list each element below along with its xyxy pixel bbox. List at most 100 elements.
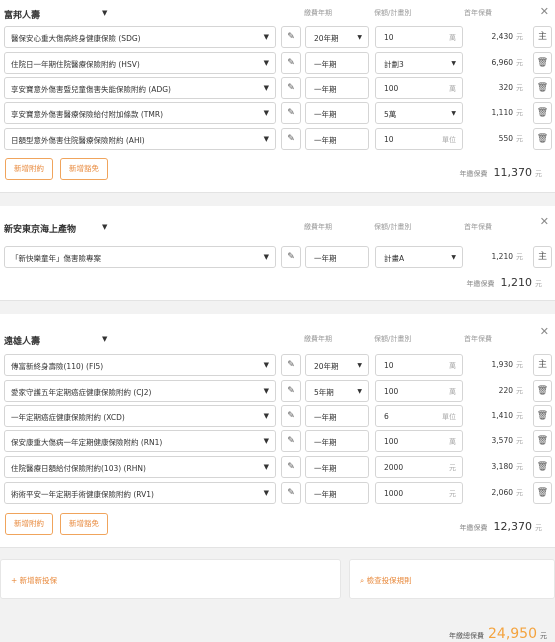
- amount-field[interactable]: 2000 元: [375, 456, 463, 478]
- edit-icon[interactable]: ✎: [281, 430, 301, 452]
- edit-icon[interactable]: ✎: [281, 102, 301, 124]
- product-select[interactable]: 保安康重大傷病一年定期健康保險附約 (RN1) ▼: [4, 430, 276, 452]
- edit-icon[interactable]: ✎: [281, 52, 301, 74]
- amount-field[interactable]: 100 萬: [375, 380, 463, 402]
- product-select[interactable]: 醫保安心重大傷病終身健康保險 (SDG) ▼: [4, 26, 276, 48]
- product-select[interactable]: 住院醫療日額給付保險附約(103) (RHN) ▼: [4, 456, 276, 478]
- premium-value: 2,430: [491, 32, 513, 41]
- product-select[interactable]: 「新快樂童年」傷害險專案 ▼: [4, 246, 276, 268]
- edit-icon[interactable]: ✎: [281, 354, 301, 376]
- currency-label: 元: [516, 463, 523, 471]
- trash-icon[interactable]: 🗑: [533, 77, 552, 99]
- currency-label: 元: [535, 170, 542, 178]
- company-select[interactable]: 新安東京海上產物: [4, 222, 76, 235]
- check-rules-button[interactable]: ⌕ 檢查投保規則: [349, 559, 555, 599]
- card-header: 遠雄人壽 ▼ 繳費年期 保額/計畫別 首年保費: [4, 334, 552, 348]
- header-term: 繳費年期: [304, 223, 332, 231]
- term-select[interactable]: 一年期: [305, 52, 369, 74]
- product-select[interactable]: 傳富新終身壽險(110) (FI5) ▼: [4, 354, 276, 376]
- amount-field[interactable]: 10 單位: [375, 128, 463, 150]
- chevron-down-icon[interactable]: ▼: [102, 9, 107, 17]
- trash-icon[interactable]: 🗑: [533, 482, 552, 504]
- amount-field[interactable]: 6 單位: [375, 405, 463, 427]
- edit-icon[interactable]: ✎: [281, 26, 301, 48]
- company-select[interactable]: 遠雄人壽: [4, 334, 40, 347]
- amount-field[interactable]: 100 萬: [375, 77, 463, 99]
- add-rider-button[interactable]: 新增附約: [5, 513, 53, 535]
- term-select[interactable]: 一年期: [305, 77, 369, 99]
- product-select[interactable]: 日額型意外傷害住院醫療保險附約 (AHI) ▼: [4, 128, 276, 150]
- term-select[interactable]: 20年期 ▼: [305, 354, 369, 376]
- amount-field[interactable]: 1000 元: [375, 482, 463, 504]
- term-select[interactable]: 一年期: [305, 405, 369, 427]
- amount-value: 100: [384, 84, 399, 93]
- term-select[interactable]: 一年期: [305, 482, 369, 504]
- premium: 2,430 元: [467, 32, 523, 42]
- premium: 3,570 元: [467, 436, 523, 446]
- amount-unit: 萬: [449, 85, 456, 93]
- product-row: 術術平安一年定期手術健康保險附約 (RV1) ▼ ✎ 一年期 1000 元 2,060 元 🗑: [4, 482, 552, 504]
- chevron-down-icon: ▼: [263, 412, 269, 420]
- premium-value: 1,410: [491, 411, 513, 420]
- add-waiver-button[interactable]: 新增豁免: [60, 158, 108, 180]
- amount-unit: 萬: [449, 34, 456, 42]
- product-row: 「新快樂童年」傷害險專案 ▼ ✎ 一年期 計畫A ▼ 1,210 元主: [4, 246, 552, 268]
- edit-icon[interactable]: ✎: [281, 456, 301, 478]
- premium-value: 1,930: [491, 360, 513, 369]
- add-rider-button[interactable]: 新增附約: [5, 158, 53, 180]
- trash-icon[interactable]: 🗑: [533, 380, 552, 402]
- amount-field[interactable]: 10 萬: [375, 354, 463, 376]
- term-select[interactable]: 一年期: [305, 102, 369, 124]
- chevron-down-icon: ▼: [263, 387, 269, 395]
- amount-unit: 元: [449, 464, 456, 472]
- amount-field[interactable]: 5萬 ▼: [375, 102, 463, 124]
- trash-icon[interactable]: 🗑: [533, 52, 552, 74]
- premium: 1,410 元: [467, 411, 523, 421]
- company-select[interactable]: 富邦人壽: [4, 8, 40, 21]
- trash-icon[interactable]: 🗑: [533, 456, 552, 478]
- premium: 550 元: [467, 134, 523, 144]
- amount-field[interactable]: 10 萬: [375, 26, 463, 48]
- product-name: 享安寶意外傷害醫療保險給付附加條款 (TMR): [11, 110, 163, 119]
- add-waiver-button[interactable]: 新增豁免: [60, 513, 108, 535]
- currency-label: 元: [516, 253, 523, 261]
- product-select[interactable]: 術術平安一年定期手術健康保險附約 (RV1) ▼: [4, 482, 276, 504]
- chevron-down-icon[interactable]: ▼: [102, 223, 107, 231]
- edit-icon[interactable]: ✎: [281, 380, 301, 402]
- term-value: 一年期: [314, 254, 337, 263]
- product-select[interactable]: 一年定期癌症健康保險附約 (XCD) ▼: [4, 405, 276, 427]
- term-select[interactable]: 5年期 ▼: [305, 380, 369, 402]
- term-select[interactable]: 一年期: [305, 246, 369, 268]
- edit-icon[interactable]: ✎: [281, 246, 301, 268]
- term-select[interactable]: 一年期: [305, 456, 369, 478]
- product-select[interactable]: 享安寶意外傷害醫療保險給付附加條款 (TMR) ▼: [4, 102, 276, 124]
- trash-icon[interactable]: 🗑: [533, 405, 552, 427]
- edit-icon[interactable]: ✎: [281, 482, 301, 504]
- trash-icon[interactable]: 🗑: [533, 128, 552, 150]
- add-new-policy-button[interactable]: + 新增新投保: [0, 559, 341, 599]
- amount-value: 6: [384, 412, 389, 421]
- term-value: 5年期: [314, 388, 334, 397]
- edit-icon[interactable]: ✎: [281, 128, 301, 150]
- amount-field[interactable]: 計畫A ▼: [375, 246, 463, 268]
- chevron-down-icon[interactable]: ▼: [102, 335, 107, 343]
- amount-value: 10: [384, 135, 394, 144]
- term-select[interactable]: 一年期: [305, 430, 369, 452]
- product-row: 享安寶意外傷害醫療保險給付附加條款 (TMR) ▼ ✎ 一年期 5萬 ▼ 1,110 元 🗑: [4, 102, 552, 124]
- premium: 320 元: [467, 83, 523, 93]
- product-select[interactable]: 愛家守護五年定期癌症健康保險附約 (CJ2) ▼: [4, 380, 276, 402]
- edit-icon[interactable]: ✎: [281, 405, 301, 427]
- amount-value: 10: [384, 361, 394, 370]
- amount-field[interactable]: 計劃3 ▼: [375, 52, 463, 74]
- caret-down-icon: ▼: [451, 110, 456, 117]
- product-select[interactable]: 住院日一年期住院醫療保險附約 (HSV) ▼: [4, 52, 276, 74]
- trash-icon[interactable]: 🗑: [533, 430, 552, 452]
- term-select[interactable]: 一年期: [305, 128, 369, 150]
- trash-icon[interactable]: 🗑: [533, 102, 552, 124]
- amount-field[interactable]: 100 萬: [375, 430, 463, 452]
- edit-icon[interactable]: ✎: [281, 77, 301, 99]
- product-name: 住院醫療日額給付保險附約(103) (RHN): [11, 464, 146, 473]
- product-name: 住院日一年期住院醫療保險附約 (HSV): [11, 60, 140, 69]
- product-select[interactable]: 享安寶意外傷害暨兒童傷害失能保險附約 (ADG) ▼: [4, 77, 276, 99]
- term-select[interactable]: 20年期 ▼: [305, 26, 369, 48]
